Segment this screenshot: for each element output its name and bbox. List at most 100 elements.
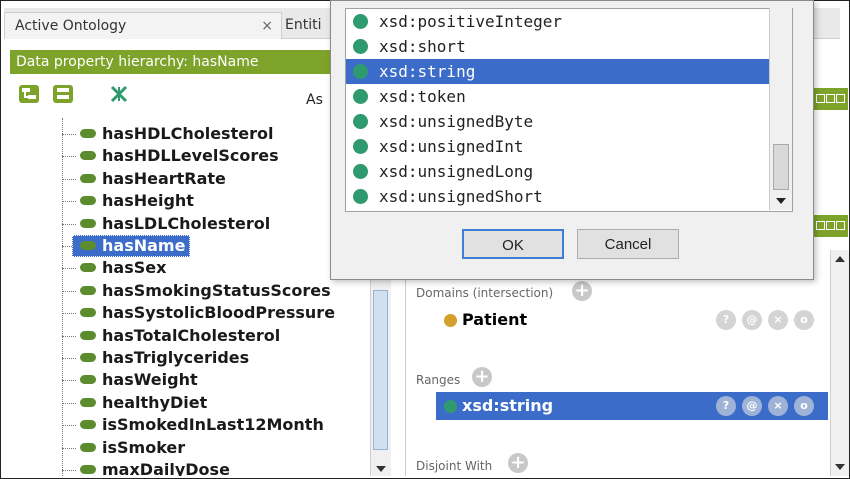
tree-item[interactable]: healthyDiet — [10, 392, 310, 414]
datatype-icon — [353, 89, 368, 104]
description-panel — [405, 250, 836, 476]
edit-icon[interactable]: o — [794, 396, 814, 416]
scroll-down-arrow-icon[interactable] — [776, 198, 786, 204]
domain-value: Patient — [462, 310, 528, 329]
tree-item-label: hasHeight — [102, 191, 194, 211]
scroll-up-arrow-icon[interactable] — [835, 256, 845, 262]
tree-item-label: hasLDLCholesterol — [102, 213, 271, 233]
tree-item[interactable]: isSmokedInLast12Month — [10, 414, 324, 436]
datatype-icon — [444, 400, 457, 413]
range-entry[interactable]: xsd:string ? @ × o — [436, 392, 828, 420]
tree-item-label: isSmoker — [102, 437, 186, 457]
datatype-item[interactable]: xsd:token — [346, 84, 770, 109]
datatype-item-label: xsd:unsignedLong — [379, 162, 534, 181]
datatype-item[interactable]: xsd:unsignedInt — [346, 134, 770, 159]
tree-connector — [62, 178, 76, 180]
datatype-item[interactable]: xsd:unsignedLong — [346, 159, 770, 184]
tree-item[interactable]: maxDailyDose — [10, 459, 310, 476]
tree-item[interactable]: hasName — [10, 235, 310, 257]
datatype-item[interactable]: xsd:string — [346, 59, 770, 84]
tree-scrollbar-thumb[interactable] — [373, 290, 388, 450]
datatype-item-label: xsd:unsignedInt — [379, 137, 524, 156]
tab-close-icon[interactable]: × — [261, 13, 273, 39]
tree-item[interactable]: hasTriglycerides — [10, 347, 310, 369]
tree-item[interactable]: hasHeartRate — [10, 168, 310, 190]
add-domain-icon[interactable]: + — [572, 281, 592, 301]
data-property-icon — [80, 353, 96, 362]
tree-item-label: hasTotalCholesterol — [102, 325, 281, 345]
view-controls-icon[interactable] — [812, 88, 848, 110]
add-subproperty-icon[interactable] — [18, 84, 40, 104]
tree-scrollbar[interactable] — [370, 280, 391, 476]
add-sibling-property-icon[interactable] — [52, 84, 74, 104]
tree-item-label: healthyDiet — [102, 392, 208, 412]
tree-item-label: hasSex — [102, 258, 167, 278]
hierarchy-toolbar — [10, 78, 330, 114]
tree-item[interactable]: hasSmokingStatusScores — [10, 280, 331, 302]
add-disjoint-icon[interactable]: + — [508, 453, 528, 473]
tab-active-ontology[interactable]: Active Ontology × — [4, 12, 282, 39]
cancel-button[interactable]: Cancel — [577, 229, 679, 259]
datatype-item[interactable]: xsd:positiveInteger — [346, 9, 770, 34]
tree-item-label: hasSmokingStatusScores — [102, 280, 331, 300]
tab-label: Active Ontology — [15, 18, 127, 34]
data-property-icon — [80, 330, 96, 340]
tree-item[interactable]: hasHDLLevelScores — [10, 145, 310, 167]
edit-icon[interactable]: o — [794, 310, 814, 330]
datatype-item[interactable]: xsd:unsignedByte — [346, 109, 770, 134]
tree-item-label: hasHeartRate — [102, 168, 226, 188]
datatype-icon — [353, 164, 368, 179]
tree-item[interactable]: hasWeight — [10, 369, 310, 391]
explain-icon[interactable]: ? — [716, 310, 736, 330]
datatype-icon — [353, 64, 368, 79]
data-property-icon — [80, 129, 96, 138]
class-icon — [444, 314, 457, 327]
domains-label: Domains (intersection) — [416, 286, 554, 300]
tree-connector — [62, 402, 76, 404]
datatype-item[interactable]: xsd:short — [346, 34, 770, 59]
tree-item[interactable]: hasLDLCholesterol — [10, 213, 310, 235]
ranges-label: Ranges — [416, 373, 461, 387]
tree-connector — [62, 313, 76, 315]
range-value: xsd:string — [462, 396, 554, 415]
tree-connector — [62, 223, 76, 225]
tree-item[interactable]: hasHDLCholesterol — [10, 123, 310, 145]
data-property-icon — [80, 420, 96, 430]
delete-property-icon[interactable] — [108, 84, 130, 104]
view-controls-icon[interactable] — [812, 215, 848, 237]
domain-entry[interactable]: Patient ? @ × o — [436, 306, 828, 334]
tree-item-label: hasWeight — [102, 370, 198, 390]
tree-item[interactable]: hasSystolicBloodPressure — [10, 302, 335, 324]
tree-connector — [62, 156, 76, 158]
add-range-icon[interactable]: + — [472, 367, 492, 387]
datatype-list: xsd:positiveInteger xsd:short xsd:string xs… — [345, 8, 793, 212]
delete-icon[interactable]: × — [768, 310, 788, 330]
tree-item-label: hasHDLLevelScores — [102, 146, 279, 166]
scroll-down-arrow-icon[interactable] — [376, 466, 386, 472]
datatype-list-scrollbar[interactable] — [769, 8, 792, 210]
data-property-icon — [80, 241, 96, 250]
data-property-icon — [80, 285, 96, 295]
tree-item[interactable]: hasHeight — [10, 190, 310, 212]
tree-item[interactable]: hasTotalCholesterol — [10, 325, 310, 347]
datatype-item-label: xsd:short — [379, 37, 466, 56]
datatype-icon — [353, 189, 368, 204]
hierarchy-header: Data property hierarchy: hasName — [10, 50, 330, 74]
datatype-list-scrollbar-thumb[interactable] — [773, 144, 789, 190]
delete-icon[interactable]: × — [768, 396, 788, 416]
datatype-item-label: xsd:positiveInteger — [379, 12, 563, 31]
tree-connector — [62, 201, 76, 203]
data-property-icon — [80, 196, 96, 206]
data-property-icon — [80, 218, 96, 228]
tree-item-label: hasSystolicBloodPressure — [102, 303, 336, 323]
explain-icon[interactable]: ? — [716, 396, 736, 416]
annotate-icon[interactable]: @ — [742, 396, 762, 416]
scroll-down-arrow-icon[interactable] — [835, 464, 845, 470]
data-property-icon — [80, 465, 96, 474]
tree-item[interactable]: hasSex — [10, 257, 310, 279]
ok-button[interactable]: OK — [462, 229, 564, 259]
tree-item[interactable]: isSmoker — [10, 437, 310, 459]
description-scrollbar[interactable] — [830, 250, 849, 476]
datatype-item[interactable]: xsd:unsignedShort — [346, 184, 770, 209]
annotate-icon[interactable]: @ — [742, 310, 762, 330]
